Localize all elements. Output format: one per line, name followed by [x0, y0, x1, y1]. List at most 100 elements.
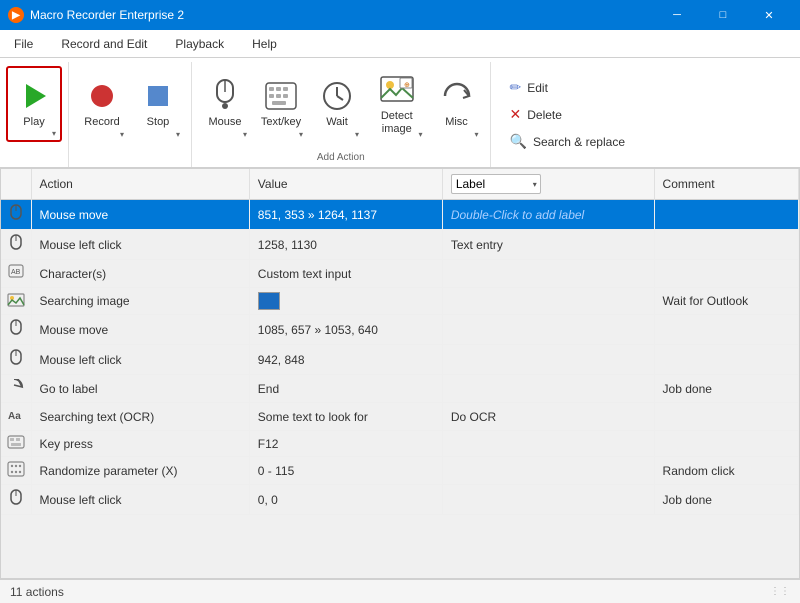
- wait-button[interactable]: Wait ▾: [310, 66, 364, 142]
- comment-cell: Job done: [654, 375, 798, 403]
- record-arrow: ▾: [120, 130, 124, 139]
- action-cell: Searching image: [31, 288, 249, 315]
- action-cell: Searching text (OCR): [31, 403, 249, 431]
- comment-cell: [654, 200, 798, 230]
- play-icon: [16, 78, 52, 114]
- misc-icon: [439, 78, 475, 114]
- col-icon: [1, 169, 31, 200]
- search-replace-button[interactable]: 🔍 Search & replace: [503, 130, 789, 153]
- image-icon: [7, 295, 25, 310]
- app-icon: ▶: [8, 7, 24, 23]
- table-row[interactable]: Mouse left click 1258, 1130 Text entry: [1, 230, 799, 260]
- action-cell: Mouse move: [31, 200, 249, 230]
- svg-text:AB: AB: [11, 269, 21, 276]
- menu-bar: File Record and Edit Playback Help: [0, 30, 800, 58]
- table-row[interactable]: Go to label End Job done: [1, 375, 799, 403]
- value-cell: 942, 848: [258, 353, 305, 367]
- delete-action-button[interactable]: ✕ Delete: [503, 103, 789, 126]
- value-cell: Some text to look for: [258, 410, 368, 424]
- action-cell: Mouse left click: [31, 230, 249, 260]
- menu-record-edit[interactable]: Record and Edit: [47, 30, 161, 58]
- add-action-group: Mouse ▾ Text/key ▾: [192, 62, 491, 167]
- status-bar: 11 actions ⋮⋮: [0, 579, 800, 603]
- comment-cell: Job done: [654, 485, 798, 515]
- close-button[interactable]: ✕: [746, 0, 792, 30]
- table-row[interactable]: Searching image Wait for Outlook: [1, 288, 799, 315]
- wait-arrow: ▾: [355, 130, 359, 139]
- label-select-wrap[interactable]: Label Group Custom ▾: [451, 174, 541, 194]
- svg-text:⊕: ⊕: [404, 82, 410, 89]
- add-action-label: Add Action: [198, 150, 484, 167]
- row-icon-cell: [1, 315, 31, 345]
- resize-handle: ⋮⋮: [770, 586, 790, 597]
- label-cell: [442, 485, 654, 515]
- label-cell: Text entry: [442, 230, 654, 260]
- value-cell-wrap: End: [249, 375, 442, 403]
- x-icon: ✕: [510, 106, 522, 123]
- maximize-button[interactable]: □: [700, 0, 746, 30]
- row-icon-cell: [1, 200, 31, 230]
- row-icon-cell: [1, 457, 31, 485]
- table-row[interactable]: Key press F12: [1, 431, 799, 457]
- menu-playback[interactable]: Playback: [161, 30, 238, 58]
- row-icon-cell: [1, 288, 31, 315]
- value-cell: 1085, 657 » 1053, 640: [258, 323, 378, 337]
- row-icon-cell: AB: [1, 260, 31, 288]
- textkey-button[interactable]: Text/key ▾: [254, 66, 308, 142]
- actions-table: Action Value Label Group Custom ▾ Commen: [1, 169, 799, 515]
- wait-label: Wait: [326, 116, 348, 129]
- value-cell: End: [258, 382, 279, 396]
- main-area: Action Value Label Group Custom ▾ Commen: [0, 168, 800, 579]
- mouse-icon: [9, 210, 23, 225]
- menu-file[interactable]: File: [0, 30, 47, 58]
- play-arrow: ▾: [52, 129, 56, 138]
- play-buttons: Play ▾: [6, 62, 62, 167]
- table-container[interactable]: Action Value Label Group Custom ▾ Commen: [0, 168, 800, 579]
- action-cell: Mouse left click: [31, 345, 249, 375]
- record-button[interactable]: Record ▾: [75, 66, 129, 142]
- table-row[interactable]: Randomize parameter (X) 0 - 115 Random c…: [1, 457, 799, 485]
- value-cell-wrap: [249, 288, 442, 315]
- table-row[interactable]: AB Character(s) Custom text input: [1, 260, 799, 288]
- action-cell: Key press: [31, 431, 249, 457]
- mouse-icon: [9, 325, 23, 340]
- delete-label: Delete: [527, 108, 562, 122]
- table-row[interactable]: Mouse left click 942, 848: [1, 345, 799, 375]
- label-cell: Double-Click to add label: [442, 200, 654, 230]
- label-cell: [442, 375, 654, 403]
- record-label: Record: [84, 116, 119, 129]
- stop-label: Stop: [147, 116, 170, 129]
- menu-help[interactable]: Help: [238, 30, 291, 58]
- col-value: Value: [249, 169, 442, 200]
- table-row[interactable]: Mouse left click 0, 0 Job done: [1, 485, 799, 515]
- value-cell-wrap: 0, 0: [249, 485, 442, 515]
- comment-cell: [654, 403, 798, 431]
- window-controls: ─ □ ✕: [654, 0, 792, 30]
- mouse-arrow: ▾: [243, 130, 247, 139]
- comment-cell: [654, 230, 798, 260]
- stop-button[interactable]: Stop ▾: [131, 66, 185, 142]
- app-title: Macro Recorder Enterprise 2: [30, 8, 654, 22]
- comment-cell: [654, 345, 798, 375]
- misc-button[interactable]: Misc ▾: [430, 66, 484, 142]
- goto-icon: [8, 383, 24, 398]
- char-icon: AB: [8, 268, 24, 283]
- mouse-button[interactable]: Mouse ▾: [198, 66, 252, 142]
- textkey-label: Text/key: [261, 116, 301, 129]
- label-dropdown[interactable]: Label Group Custom: [451, 174, 541, 194]
- table-row[interactable]: Mouse move 851, 353 » 1264, 1137 Double-…: [1, 200, 799, 230]
- table-row[interactable]: Aa Searching text (OCR) Some text to loo…: [1, 403, 799, 431]
- minimize-button[interactable]: ─: [654, 0, 700, 30]
- detect-image-button[interactable]: ⊕ Detect image ▾: [366, 66, 428, 142]
- col-action: Action: [31, 169, 249, 200]
- value-cell: 0 - 115: [258, 464, 294, 478]
- misc-label: Misc: [445, 116, 468, 129]
- comment-cell: Wait for Outlook: [654, 288, 798, 315]
- row-icon-cell: [1, 345, 31, 375]
- play-button[interactable]: Play ▾: [6, 66, 62, 142]
- value-cell-wrap: 1085, 657 » 1053, 640: [249, 315, 442, 345]
- table-row[interactable]: Mouse move 1085, 657 » 1053, 640: [1, 315, 799, 345]
- edit-action-button[interactable]: ✏ Edit: [503, 76, 789, 99]
- action-cell: Randomize parameter (X): [31, 457, 249, 485]
- ocr-icon: Aa: [7, 411, 25, 426]
